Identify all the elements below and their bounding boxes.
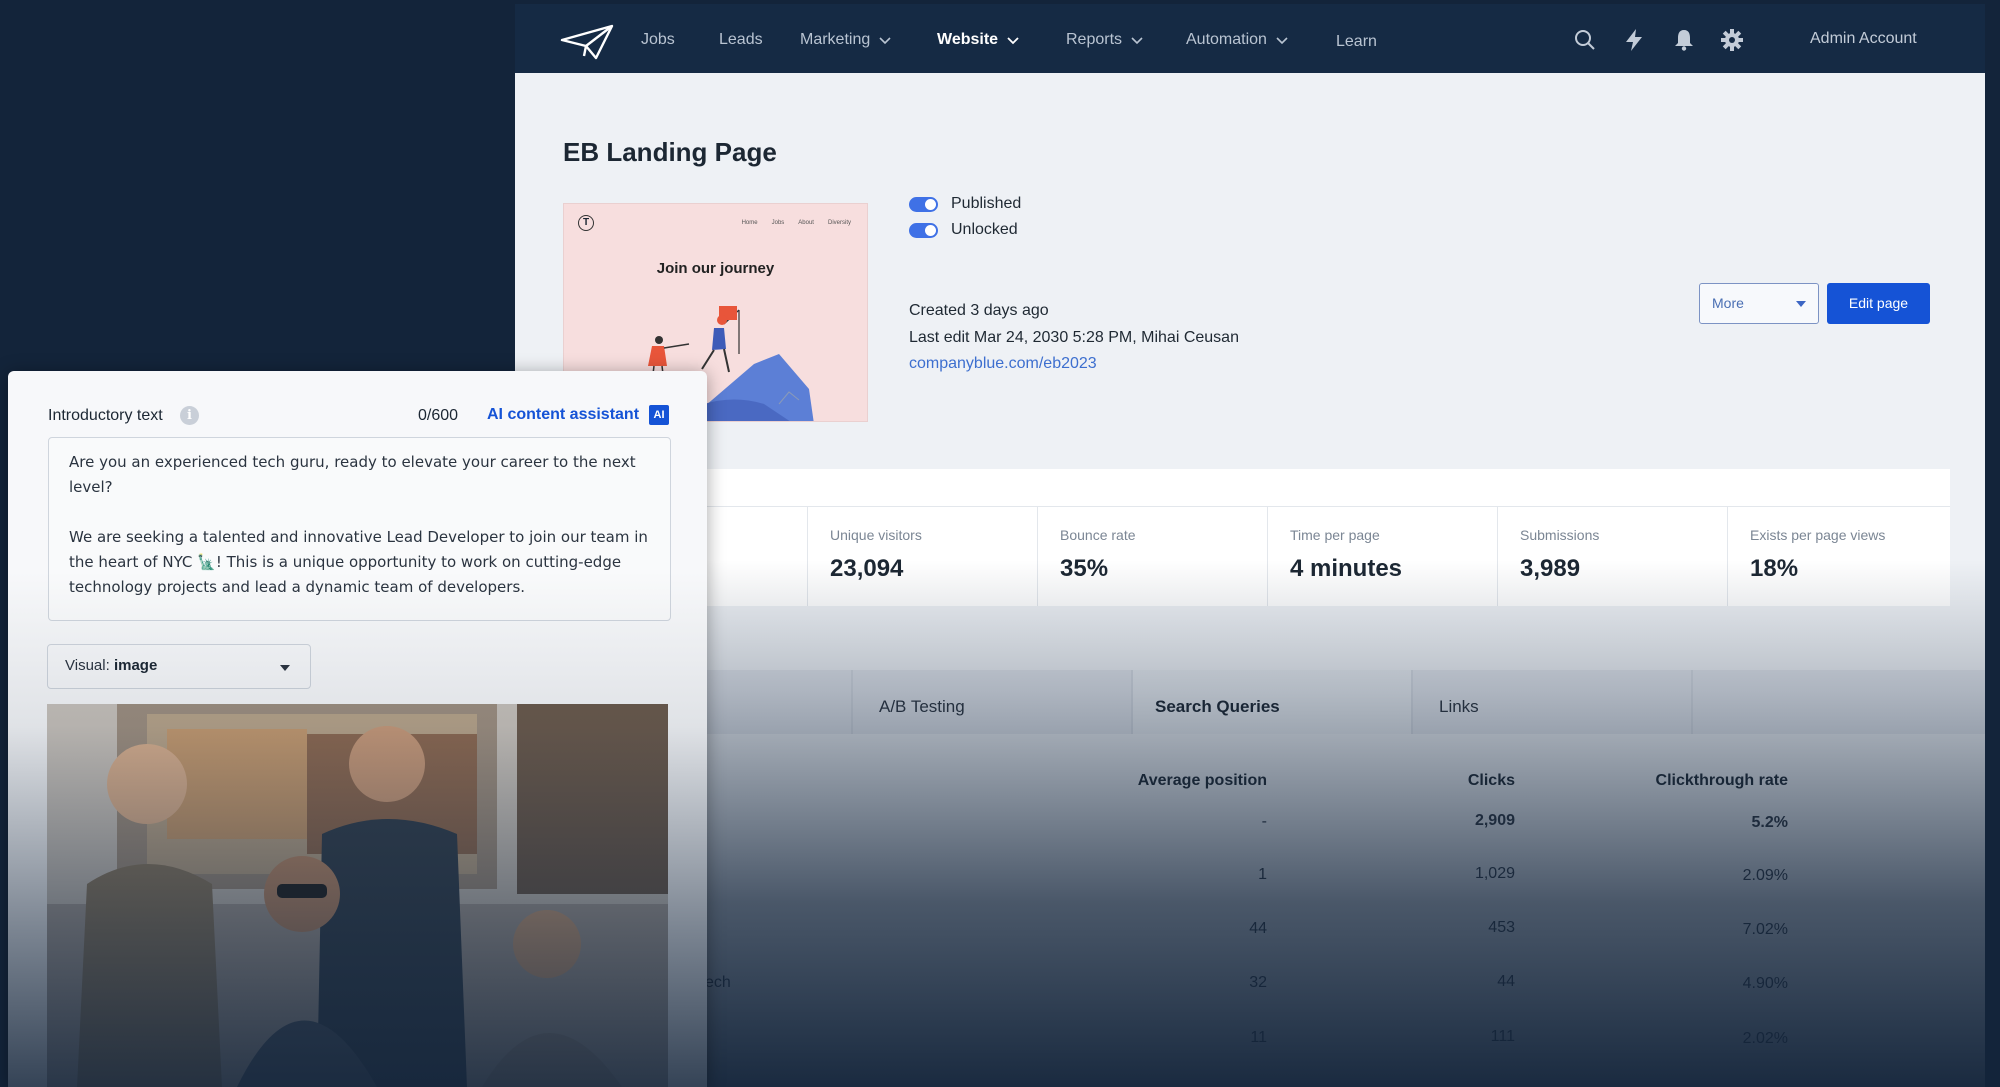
cell-position: 44 (1249, 920, 1267, 937)
chevron-down-icon (1131, 37, 1143, 45)
nav-label: Automation (1186, 31, 1267, 48)
unlocked-label: Unlocked (951, 221, 1018, 238)
cell-clicks: 44 (1497, 973, 1515, 990)
cell-clicks: 453 (1488, 919, 1515, 936)
stat-unique-visitors: Unique visitors 23,094 (807, 507, 1037, 606)
stat-value: 35% (1060, 555, 1109, 582)
admin-account-menu[interactable]: Admin Account (1810, 30, 1917, 48)
page-title: EB Landing Page (563, 137, 777, 167)
cell-position: 32 (1249, 974, 1267, 991)
unlocked-toggle[interactable] (909, 222, 938, 238)
app-window: Jobs Leads Marketing Website Reports Aut… (515, 4, 1985, 1087)
cell-clicks: 2,909 (1474, 812, 1515, 829)
cell-clicks: 1,029 (1474, 865, 1515, 882)
introductory-text-panel: Introductory text i 0/600 AI content ass… (8, 371, 707, 1087)
published-toggle[interactable] (909, 196, 938, 212)
nav-website[interactable]: Website (937, 31, 1020, 49)
stat-exits-per-page-views: Exists per page views 18% (1727, 507, 1950, 606)
chevron-down-icon (879, 37, 891, 45)
cell-clicks: 111 (1490, 1028, 1515, 1045)
cell-ctr: 2.02% (1742, 1030, 1788, 1047)
tab-bar: A/B Testing Search Queries Links (515, 670, 1985, 734)
thumbnail-nav-item: Jobs (771, 220, 785, 226)
published-status: Published (909, 195, 1021, 213)
stats-card: Unique visitors 23,094 Bounce rate 35% T… (650, 469, 1950, 606)
more-button-label: More (1712, 295, 1744, 311)
column-header-clicks[interactable]: Clicks (1468, 772, 1515, 790)
nav-label: Jobs (641, 31, 675, 48)
stat-label: Unique visitors (830, 527, 922, 543)
paper-plane-logo-icon[interactable] (560, 22, 616, 62)
search-icon[interactable] (1573, 28, 1597, 52)
cell-position: 1 (1258, 866, 1267, 883)
nav-label: Learn (1336, 33, 1377, 50)
visual-type-select[interactable]: Visual: image (47, 644, 311, 689)
column-header-clickthrough-rate[interactable]: Clickthrough rate (1656, 772, 1788, 790)
cell-query: ech (705, 974, 731, 991)
nav-automation[interactable]: Automation (1186, 31, 1289, 49)
tab-links[interactable]: Links (1413, 670, 1693, 734)
visual-prefix: Visual: (65, 657, 110, 674)
top-navigation-bar: Jobs Leads Marketing Website Reports Aut… (515, 4, 1985, 73)
stat-time-per-page: Time per page 4 minutes (1267, 507, 1497, 606)
ai-content-assistant-link[interactable]: AI content assistant (487, 406, 639, 424)
tab-ab-testing[interactable]: A/B Testing (853, 670, 1133, 734)
caret-down-icon (280, 665, 290, 671)
info-icon[interactable]: i (180, 406, 199, 425)
thumbnail-logo: T (578, 215, 594, 231)
column-header-average-position[interactable]: Average position (1138, 772, 1267, 790)
cell-position: - (1261, 813, 1267, 830)
edit-page-button[interactable]: Edit page (1827, 283, 1930, 324)
cell-ctr: 7.02% (1742, 921, 1788, 938)
nav-reports[interactable]: Reports (1066, 31, 1144, 49)
thumbnail-nav-item: Home (741, 220, 758, 226)
chevron-down-icon (1276, 37, 1288, 45)
stat-value: 3,989 (1520, 555, 1581, 582)
cell-ctr: 5.2% (1751, 814, 1788, 831)
nav-label: Reports (1066, 31, 1123, 48)
nav-marketing[interactable]: Marketing (800, 31, 892, 49)
tab-search-queries[interactable]: Search Queries (1133, 670, 1413, 734)
stat-bounce-rate: Bounce rate 35% (1037, 507, 1267, 606)
last-edit-info: Last edit Mar 24, 2030 5:28 PM, Mihai Ce… (909, 329, 1239, 346)
more-dropdown-button[interactable]: More (1699, 283, 1819, 324)
thumbnail-heading: Join our journey (656, 260, 775, 277)
chevron-down-icon (1007, 37, 1019, 45)
created-date: Created 3 days ago (909, 302, 1049, 319)
stat-value: 23,094 (830, 555, 904, 582)
nav-learn[interactable]: Learn (1336, 33, 1377, 51)
unlocked-status: Unlocked (909, 221, 1018, 239)
stat-label: Exists per page views (1750, 527, 1886, 543)
tab-empty (1693, 670, 1985, 734)
stat-label: Submissions (1520, 527, 1600, 543)
page-url-link[interactable]: companyblue.com/eb2023 (909, 355, 1097, 373)
nav-label: Marketing (800, 31, 871, 48)
thumbnail-nav-item: About (798, 220, 814, 226)
team-photo-image[interactable] (47, 704, 668, 1087)
nav-leads[interactable]: Leads (719, 31, 763, 49)
gear-icon[interactable] (1720, 28, 1744, 52)
nav-label: Leads (719, 31, 763, 48)
visual-value: image (113, 657, 158, 674)
nav-jobs[interactable]: Jobs (641, 31, 675, 49)
stat-label: Time per page (1290, 527, 1380, 543)
published-label: Published (951, 195, 1022, 212)
character-counter: 0/600 (418, 407, 459, 424)
cell-position: 11 (1250, 1029, 1267, 1046)
stat-value: 18% (1750, 555, 1799, 582)
stat-label: Bounce rate (1060, 527, 1136, 543)
ai-badge-icon[interactable]: AI (649, 405, 669, 425)
bell-icon[interactable] (1672, 28, 1696, 52)
bolt-icon[interactable] (1622, 28, 1646, 52)
cell-ctr: 2.09% (1742, 867, 1788, 884)
thumbnail-nav-item: Diversity (827, 220, 851, 226)
thumbnail-nav: Home Jobs About Diversity (742, 220, 851, 226)
stat-submissions: Submissions 3,989 (1497, 507, 1727, 606)
introductory-text-label: Introductory text (48, 407, 163, 424)
cell-ctr: 4.90% (1742, 975, 1788, 992)
caret-down-icon (1796, 301, 1806, 307)
nav-label: Website (937, 31, 999, 48)
stat-value: 4 minutes (1290, 555, 1403, 582)
introductory-text-field[interactable]: Are you an experienced tech guru, ready … (48, 437, 671, 621)
